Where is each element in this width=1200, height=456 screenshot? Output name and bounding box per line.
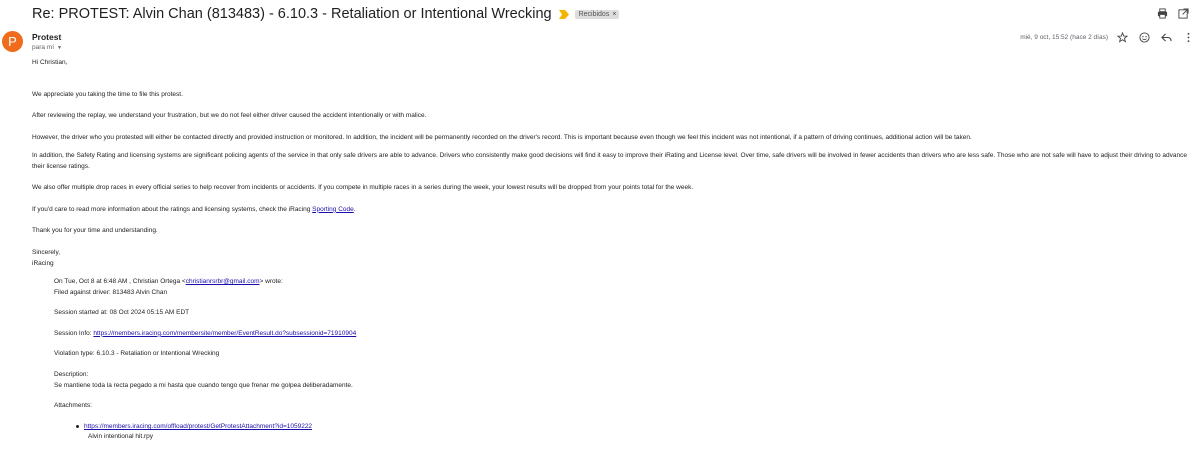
subject-row: Re: PROTEST: Alvin Chan (813483) - 6.10.…	[32, 5, 620, 23]
thanks-line: Thank you for your time and understandin…	[32, 227, 158, 235]
recipient-text: para mí	[32, 44, 55, 51]
star-icon[interactable]	[1117, 32, 1128, 43]
violation-type: Violation type: 6.10.3 - Retaliation or …	[54, 350, 220, 358]
importance-marker-icon[interactable]	[558, 9, 569, 19]
recipient-line[interactable]: para mí ▼	[32, 44, 62, 51]
avatar-letter: P	[8, 34, 17, 49]
reply-icon[interactable]	[1161, 32, 1172, 43]
quote-intro-before: On Tue, Oct 8 at 6:48 AM , Christian Ort…	[54, 278, 186, 285]
email-subject: Re: PROTEST: Alvin Chan (813483) - 6.10.…	[32, 6, 552, 22]
body-paragraph: After reviewing the replay, we understan…	[32, 112, 427, 120]
more-vertical-icon[interactable]	[1183, 32, 1194, 43]
ratings-end: .	[353, 205, 356, 213]
message-body: Hi Christian, We appreciate you taking t…	[32, 59, 1192, 268]
body-paragraph: However, the driver who you protested wi…	[32, 133, 972, 141]
sender-avatar[interactable]: P	[2, 31, 23, 52]
signature-line: iRacing	[32, 259, 54, 267]
message-date: mié, 9 oct, 15:52 (hace 2 días)	[1020, 34, 1108, 41]
body-paragraph: In addition, the Safety Rating and licen…	[32, 152, 1187, 170]
open-in-new-window-icon[interactable]	[1178, 8, 1189, 19]
sender-email-link[interactable]: christianrsrbr@gmail.com	[186, 278, 260, 285]
inbox-label-chip[interactable]: Recibidos ×	[574, 9, 620, 19]
inbox-label-text: Recibidos	[578, 10, 610, 18]
attachment-link[interactable]: https://members.iracing.com/offload/prot…	[84, 423, 312, 430]
thread-toolbar	[1157, 8, 1189, 19]
ratings-text: If you'd care to read more information a…	[32, 205, 313, 213]
quote-intro-after: > wrote:	[259, 278, 283, 285]
quoted-message: On Tue, Oct 8 at 6:48 AM , Christian Ort…	[54, 277, 356, 412]
message-actions	[1117, 32, 1194, 43]
session-started: Session started at: 08 Oct 2024 05:15 AM…	[54, 309, 190, 317]
signature-line: Sincerely,	[32, 248, 61, 256]
emoji-icon[interactable]	[1139, 32, 1150, 43]
session-info: Session Info: https://members.iracing.co…	[54, 329, 356, 340]
sender-name[interactable]: Protest	[32, 32, 61, 42]
list-bullet	[76, 425, 79, 428]
body-paragraph: We appreciate you taking the time to fil…	[32, 90, 183, 98]
attachment-filename: Alvin intentional hit.rpy	[88, 433, 154, 440]
description-text: Se mantiene toda la recta pegado a mi ha…	[54, 381, 353, 389]
session-info-link[interactable]: https://members.iracing.com/membersite/m…	[93, 330, 356, 337]
attachments-label: Attachments:	[54, 402, 92, 410]
session-info-label: Session Info:	[54, 329, 94, 337]
sporting-code-link[interactable]: Sporting Code	[312, 206, 354, 213]
description-label: Description:	[54, 370, 89, 378]
chevron-down-icon[interactable]: ▼	[57, 45, 62, 51]
remove-label-icon[interactable]: ×	[612, 11, 616, 18]
filed-against: Filed against driver: 813483 Alvin Chan	[54, 288, 168, 296]
attachment-item: https://members.iracing.com/offload/prot…	[84, 422, 312, 442]
greeting: Hi Christian,	[32, 59, 68, 66]
quote-intro: On Tue, Oct 8 at 6:48 AM , Christian Ort…	[54, 277, 356, 288]
print-icon[interactable]	[1157, 8, 1168, 19]
body-paragraph: We also offer multiple drop races in eve…	[32, 184, 694, 192]
ratings-paragraph: If you'd care to read more information a…	[32, 206, 1192, 215]
